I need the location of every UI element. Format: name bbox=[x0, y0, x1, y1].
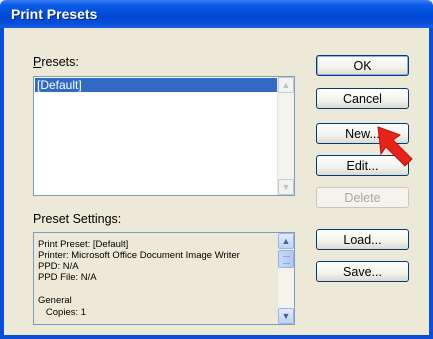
preset-settings-box[interactable]: Print Preset: [Default] Printer: Microso… bbox=[33, 232, 295, 325]
settings-line: General bbox=[38, 295, 72, 306]
presets-label-rest: resets: bbox=[41, 55, 79, 69]
settings-scrollbar[interactable]: ▲ ▼ bbox=[277, 233, 294, 324]
presets-label: Presets: bbox=[33, 55, 79, 69]
red-arrow-icon bbox=[377, 126, 413, 167]
cancel-button[interactable]: Cancel bbox=[316, 88, 409, 109]
settings-line: Print Preset: [Default] bbox=[38, 239, 129, 250]
scroll-thumb[interactable] bbox=[278, 250, 294, 268]
settings-line: Printer: Microsoft Office Document Image… bbox=[38, 250, 240, 261]
scroll-up-icon[interactable]: ▲ bbox=[278, 233, 294, 249]
scroll-down-icon[interactable]: ▼ bbox=[278, 179, 294, 195]
scroll-down-icon[interactable]: ▼ bbox=[278, 308, 294, 324]
settings-line: PPD File: N/A bbox=[38, 272, 97, 283]
settings-line: PPD: N/A bbox=[38, 261, 79, 272]
presets-list[interactable]: [Default] ▲ ▼ bbox=[33, 76, 295, 196]
save-button[interactable]: Save... bbox=[316, 261, 409, 282]
ok-button[interactable]: OK bbox=[316, 55, 409, 76]
window-title: Print Presets bbox=[11, 6, 98, 22]
presets-scrollbar[interactable]: ▲ ▼ bbox=[277, 77, 294, 195]
load-button[interactable]: Load... bbox=[316, 229, 409, 250]
preset-item-default[interactable]: [Default] bbox=[35, 78, 278, 92]
delete-button: Delete bbox=[316, 187, 409, 208]
settings-line: Copies: 1 bbox=[38, 307, 87, 318]
preset-settings-label: Preset Settings: bbox=[33, 212, 122, 226]
scroll-up-icon[interactable]: ▲ bbox=[278, 77, 294, 93]
title-bar[interactable]: Print Presets bbox=[0, 0, 433, 28]
